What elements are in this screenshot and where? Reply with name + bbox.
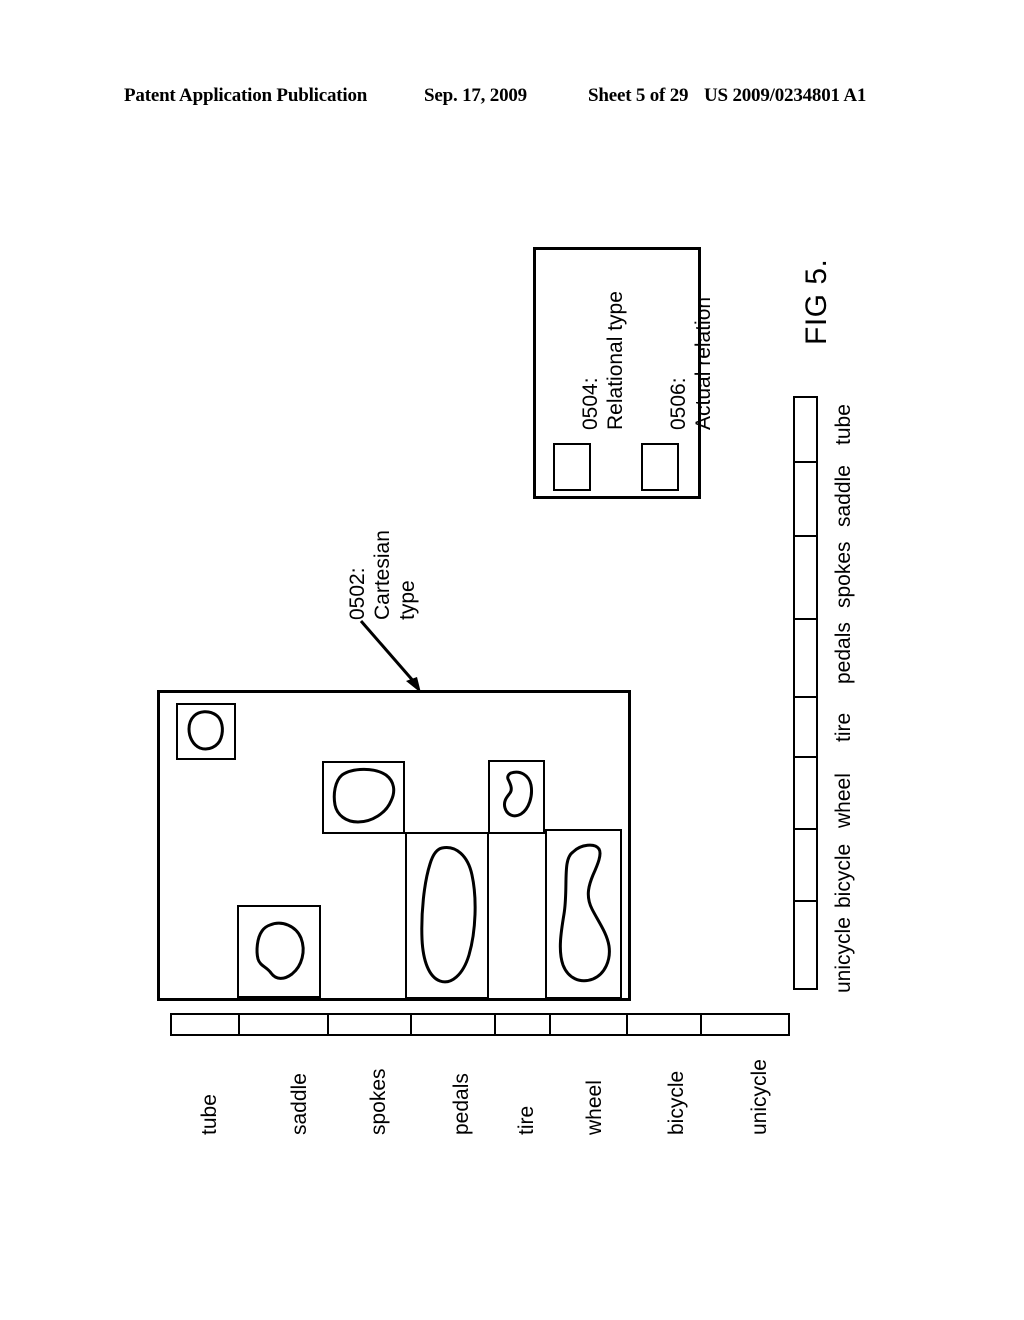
legend-ref-0504: 0504: [579, 377, 602, 430]
axis-bottom-tick [238, 1015, 240, 1034]
axis-bottom-label-pedals: pedals [450, 1073, 473, 1135]
annotation-line1-0502: Cartesian [371, 530, 394, 620]
axis-bottom-label-unicycle: unicycle [748, 1059, 771, 1135]
axis-right-tick [795, 828, 816, 830]
axis-right-label-bicycle: bicycle [832, 843, 855, 908]
axis-bottom-label-tire: tire [515, 1105, 538, 1135]
axis-right-tick [795, 618, 816, 620]
axis-bottom-tick [549, 1015, 551, 1034]
axis-bottom-label-saddle: saddle [288, 1073, 311, 1135]
axis-right-tick [795, 535, 816, 537]
legend-swatch-relational-type [553, 443, 591, 491]
actual-relation-blob-tire [503, 770, 533, 818]
axis-right-tick [795, 461, 816, 463]
legend-ref-0506: 0506: [667, 377, 690, 430]
axis-right-label-saddle: saddle [832, 465, 855, 527]
axis-bottom-tick [327, 1015, 329, 1034]
axis-right-tick [795, 696, 816, 698]
axis-right-tick [795, 900, 816, 902]
legend-label-relational-type: 0504: Relational type [578, 291, 628, 430]
axis-bottom-label-spokes: spokes [367, 1068, 390, 1135]
legend-swatch-actual-relation [641, 443, 679, 491]
axis-bottom-strip [170, 1013, 790, 1036]
actual-relation-blob-tube [187, 710, 224, 751]
axis-right-label-tire: tire [832, 712, 855, 742]
annotation-arrow-0502 [359, 620, 421, 693]
axis-right-label-unicycle: unicycle [832, 917, 855, 993]
axis-right-tick [795, 756, 816, 758]
axis-bottom-label-tube: tube [198, 1094, 221, 1135]
axis-bottom-tick [626, 1015, 628, 1034]
axis-right-strip [793, 396, 818, 990]
actual-relation-blob-wheel [558, 843, 611, 983]
legend-label-actual-relation: 0506: Actual relation [666, 297, 716, 430]
axis-bottom-label-bicycle: bicycle [665, 1070, 688, 1135]
axis-right-label-wheel: wheel [832, 773, 855, 828]
legend-text-0504: Relational type [604, 291, 627, 430]
actual-relation-blob-pedals [420, 846, 477, 984]
axis-right-label-spokes: spokes [832, 541, 855, 608]
axis-right-label-tube: tube [832, 404, 855, 445]
annotation-ref-0502: 0502: [346, 567, 369, 620]
patent-figure: FIG 5. 0504: Relational type 0506: Actua… [0, 0, 1024, 1320]
axis-bottom-label-wheel: wheel [583, 1080, 606, 1135]
annotation-line2-0502: type [396, 580, 419, 620]
figure-caption: FIG 5. [800, 258, 833, 345]
actual-relation-blob-saddle [255, 921, 305, 980]
axis-bottom-tick [410, 1015, 412, 1034]
axis-bottom-tick [700, 1015, 702, 1034]
legend-text-0506: Actual relation [692, 296, 715, 430]
actual-relation-blob-spokes [332, 767, 396, 824]
axis-bottom-tick [494, 1015, 496, 1034]
annotation-cartesian-type: 0502: Cartesian type [345, 530, 420, 620]
axis-right-label-pedals: pedals [832, 622, 855, 684]
